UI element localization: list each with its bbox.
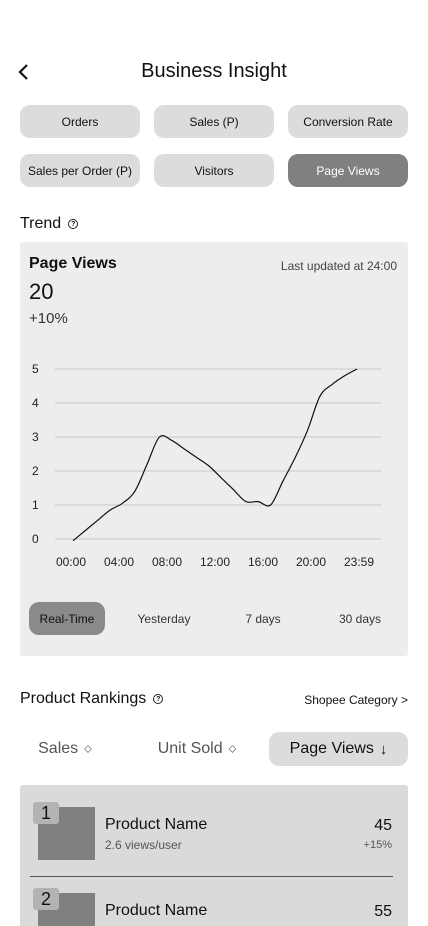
range-7-days-tab[interactable]: 7 days bbox=[225, 602, 301, 635]
metric-sales-button[interactable]: Sales (P) bbox=[154, 105, 274, 138]
product-rankings-heading: Product Rankings ? bbox=[20, 690, 164, 708]
ranking-item[interactable]: 1 Product Name 2.6 views/user 45 +15% bbox=[20, 785, 408, 877]
product-meta: 2.6 views/user bbox=[105, 838, 182, 852]
trend-chart: 0 1 2 3 4 5 00:00 04:00 08:00 12:00 16:00 20:00 23:5… bbox=[32, 362, 381, 569]
sort-tabs: Sales ⬦ Unit Sold ⬦ Page Views ↓ bbox=[20, 732, 408, 766]
range-realtime-tab[interactable]: Real-Time bbox=[29, 602, 105, 635]
range-30-days-tab[interactable]: 30 days bbox=[322, 602, 398, 635]
product-change: +15% bbox=[363, 839, 392, 851]
arrow-down-icon: ↓ bbox=[379, 740, 388, 758]
y-tick-label: 2 bbox=[32, 464, 39, 478]
metric-orders-button[interactable]: Orders bbox=[20, 105, 140, 138]
trend-label: Trend bbox=[20, 215, 62, 232]
metric-visitors-button[interactable]: Visitors bbox=[154, 154, 274, 187]
rank-badge: 1 bbox=[33, 802, 59, 824]
sort-sales-button[interactable]: Sales ⬦ bbox=[20, 732, 110, 766]
product-rankings-label: Product Rankings bbox=[20, 690, 147, 707]
x-tick-label: 20:00 bbox=[296, 555, 326, 569]
product-name: Product Name bbox=[105, 902, 208, 919]
metric-selector: Orders Sales (P) Conversion Rate Sales p… bbox=[20, 105, 408, 187]
product-value: 45 bbox=[374, 817, 392, 834]
series-line bbox=[72, 368, 358, 542]
range-yesterday-tab[interactable]: Yesterday bbox=[126, 602, 202, 635]
header-bar: Business Insight bbox=[0, 56, 428, 88]
trend-card: Page Views Last updated at 24:00 20 +10%… bbox=[20, 242, 408, 656]
sort-unit-sold-label: Unit Sold bbox=[157, 740, 223, 757]
sort-sales-label: Sales bbox=[38, 740, 79, 757]
help-icon[interactable]: ? bbox=[68, 219, 79, 229]
rankings-list: 1 Product Name 2.6 views/user 45 +15% 2 … bbox=[20, 785, 408, 926]
metric-page-views-button[interactable]: Page Views bbox=[288, 154, 408, 187]
y-tick-label: 5 bbox=[32, 362, 39, 376]
y-tick-label: 4 bbox=[32, 396, 39, 410]
metric-conversion-rate-button[interactable]: Conversion Rate bbox=[288, 105, 408, 138]
ranking-item[interactable]: 2 Product Name 55 bbox=[20, 871, 408, 926]
sort-icon: ⬦ bbox=[228, 742, 237, 755]
y-tick-label: 1 bbox=[32, 498, 39, 512]
sort-unit-sold-button[interactable]: Unit Sold ⬦ bbox=[142, 732, 252, 766]
shopee-category-link[interactable]: Shopee Category > bbox=[304, 693, 408, 707]
x-tick-label: 00:00 bbox=[56, 555, 86, 569]
sort-icon: ⬦ bbox=[84, 742, 92, 755]
y-tick-label: 3 bbox=[32, 430, 39, 444]
rank-badge: 2 bbox=[33, 888, 59, 910]
product-name: Product Name bbox=[105, 816, 208, 833]
x-tick-label: 04:00 bbox=[104, 555, 134, 569]
y-tick-label: 0 bbox=[32, 532, 39, 546]
product-value: 55 bbox=[374, 903, 392, 920]
help-icon[interactable]: ? bbox=[153, 694, 164, 704]
x-tick-label: 08:00 bbox=[152, 555, 182, 569]
sort-page-views-button[interactable]: Page Views ↓ bbox=[269, 732, 408, 766]
x-tick-label: 16:00 bbox=[248, 555, 278, 569]
metric-sales-per-order-button[interactable]: Sales per Order (P) bbox=[20, 154, 140, 187]
x-tick-label: 23:59 bbox=[344, 555, 374, 569]
sort-page-views-label: Page Views bbox=[289, 740, 374, 757]
trend-heading: Trend ? bbox=[20, 215, 79, 233]
x-tick-label: 12:00 bbox=[200, 555, 230, 569]
page-title: Business Insight bbox=[141, 60, 287, 82]
